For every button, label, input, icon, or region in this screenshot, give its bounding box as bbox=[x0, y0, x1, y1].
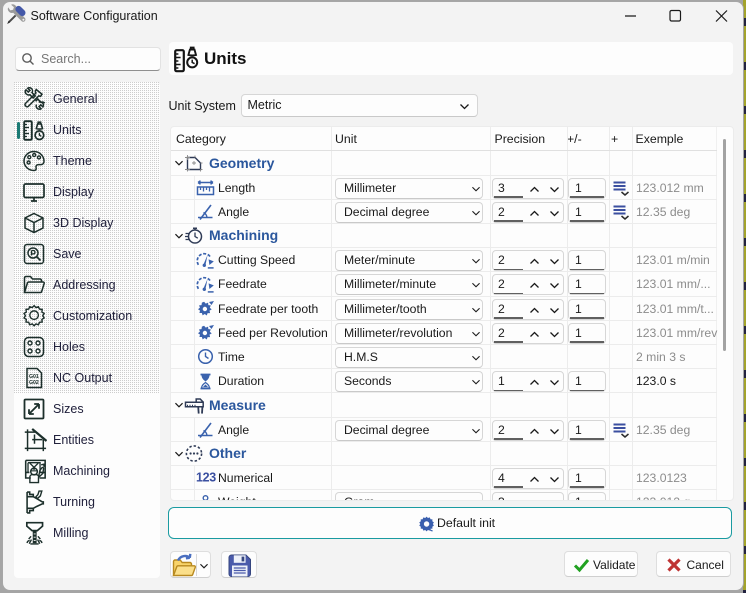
svg-text:G02: G02 bbox=[29, 380, 39, 386]
svg-text:123: 123 bbox=[196, 471, 216, 485]
